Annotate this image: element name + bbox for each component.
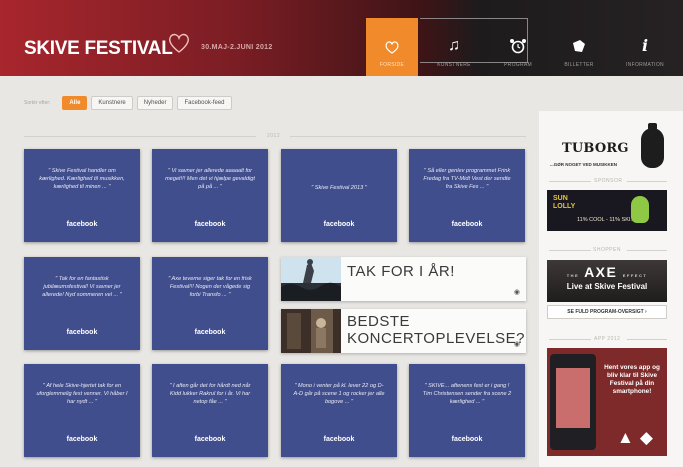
sun-lolly-ad[interactable]: SUN LOLLY 11% COOL - 11% SKI... (547, 190, 667, 231)
filter-facebook[interactable]: Facebook-feed (177, 96, 232, 110)
post-quote: " I aften går det for hårdt ned når Kidd… (169, 383, 251, 405)
nav-kunstnere[interactable]: ♫ KUNSTNERE (428, 18, 480, 76)
section-divider (290, 136, 526, 137)
smartphone-image (550, 354, 596, 450)
site-logo[interactable]: SKIVE FESTIVAL (24, 38, 173, 60)
facebook-label: facebook (66, 221, 98, 228)
app-ad[interactable]: Hent vores app og bliv klar til Skive Fe… (547, 348, 667, 456)
bottle-icon (641, 123, 664, 168)
sun-lolly-logo: SUN LOLLY (553, 195, 575, 211)
nav-label: FORSIDE (379, 62, 405, 68)
tuborg-logo[interactable]: TUBORG (562, 141, 629, 156)
section-divider (627, 339, 667, 340)
facebook-post-tile[interactable]: " Så eller genlev programmet Frink Freda… (409, 149, 525, 242)
apple-android-icon: ▲◆ (617, 428, 659, 447)
nav-program[interactable]: PROGRAM (492, 18, 544, 76)
facebook-label: facebook (66, 436, 98, 443)
facebook-post-tile[interactable]: " Skive Festival handler om kærlighed. K… (24, 149, 140, 242)
section-label: APP 2012 (594, 336, 621, 342)
post-quote: " Tak for en fantastisk jubilæumsfestiva… (42, 276, 122, 298)
axe-logo-suffix: EFFECT (622, 273, 648, 278)
facebook-post-tile[interactable]: " Skive Festival 2013 " facebook (281, 149, 397, 242)
section-divider (549, 250, 591, 251)
facebook-label: facebook (194, 221, 226, 228)
sun-lolly-logo-line: LOLLY (553, 203, 576, 210)
info-icon: i (641, 36, 649, 55)
section-divider (627, 250, 667, 251)
facebook-label: facebook (66, 329, 98, 336)
filter-alle[interactable]: Alle (62, 96, 88, 110)
facebook-label: facebook (194, 329, 226, 336)
post-quote: " Vi savner jer allerede aaaaalt for meg… (165, 168, 255, 190)
facebook-post-tile[interactable]: " Af hele Skive-hjertet tak for en uforg… (24, 364, 140, 457)
post-quote: " SKIVE... aftenens fest er i gang ! Tim… (422, 383, 512, 405)
news-thumbnail-crowd (281, 257, 341, 301)
section-label: SHOPPEN (593, 247, 621, 253)
filter-label: Sortér efter: (24, 100, 51, 106)
nav-label: KUNSTNERE (437, 62, 471, 68)
nav-label: PROGRAM (504, 62, 532, 68)
post-quote: " Så eller genlev programmet Frink Freda… (423, 168, 511, 190)
post-quote: " Skive Festival handler om kærlighed. K… (39, 168, 125, 190)
facebook-post-tile[interactable]: " Mono i venter på kl. lever 22 og D-A-D… (281, 364, 397, 457)
facebook-post-tile[interactable]: " Tak for en fantastisk jubilæumsfestiva… (24, 257, 140, 350)
sun-lolly-logo-line: SUN (553, 195, 568, 202)
facebook-label: facebook (323, 221, 355, 228)
facebook-label: facebook (451, 436, 483, 443)
axe-logo: THE AXE EFFECT (547, 264, 667, 280)
rss-icon[interactable]: ◉ (514, 288, 520, 296)
alarm-clock-icon (510, 39, 526, 54)
axe-ad[interactable]: THE AXE EFFECT Live at Skive Festival (547, 260, 667, 302)
section-divider (627, 181, 667, 182)
section-label: SPONSOR (594, 178, 623, 184)
axe-ad-text: Live at Skive Festival (566, 282, 648, 291)
tuborg-tagline: ...GØR NOGET VED MUSIKKEN (550, 162, 618, 167)
filter-nyheder[interactable]: Nyheder (136, 96, 174, 110)
alien-mascot-icon (631, 196, 649, 223)
facebook-label: facebook (451, 221, 483, 228)
news-title: BEDSTE KONCERTOPLEVELSE? (347, 313, 525, 347)
filter-kunstnere[interactable]: Kunstnere (91, 96, 133, 110)
music-note-icon: ♫ (448, 37, 460, 54)
facebook-label: facebook (194, 436, 226, 443)
program-overview-link[interactable]: SE FULD PROGRAM-OVERSIGT › (547, 305, 667, 319)
nav-information[interactable]: i INFORMATION (619, 18, 671, 76)
post-quote: " Skive Festival 2013 " (311, 185, 367, 191)
rss-icon[interactable]: ◉ (514, 340, 520, 348)
facebook-label: facebook (323, 436, 355, 443)
news-title-line: KONCERTOPLEVELSE? (347, 330, 526, 347)
axe-logo-prefix: THE (566, 273, 580, 278)
facebook-post-tile[interactable]: " SKIVE... aftenens fest er i gang ! Tim… (409, 364, 525, 457)
festival-dates: 30.MAJ-2.JUNI 2012 (201, 44, 273, 51)
heart-icon (385, 41, 399, 54)
post-quote: " Axe teverne siger tak for en frisk Fes… (168, 276, 252, 298)
axe-logo-brand: AXE (584, 264, 618, 280)
post-quote: " Mono i venter på kl. lever 22 og D-A-D… (293, 383, 385, 405)
nav-label: BILLETTER (564, 62, 594, 68)
section-divider (549, 181, 591, 182)
post-quote: " Af hele Skive-hjertet tak for en uforg… (36, 383, 128, 405)
news-title: TAK FOR I ÅR! (347, 263, 455, 280)
news-thumbnail-stage (281, 309, 341, 353)
ticket-icon (573, 40, 585, 52)
facebook-post-tile[interactable]: " Vi savner jer allerede aaaaalt for meg… (152, 149, 268, 242)
nav-billetter[interactable]: BILLETTER (553, 18, 605, 76)
filter-bar: Sortér efter: Alle Kunstnere Nyheder Fac… (24, 96, 232, 110)
news-title-line: BEDSTE (347, 313, 411, 330)
nav-forside[interactable]: FORSIDE (366, 18, 418, 76)
news-item[interactable]: TAK FOR I ÅR! ◉ (281, 257, 526, 301)
facebook-post-tile[interactable]: " I aften går det for hårdt ned når Kidd… (152, 364, 268, 457)
section-label: 2012 (267, 133, 281, 139)
nav-label: INFORMATION (626, 62, 664, 68)
site-header: SKIVE FESTIVAL 30.MAJ-2.JUNI 2012 FORSID… (0, 0, 683, 76)
news-item[interactable]: BEDSTE KONCERTOPLEVELSE? ◉ (281, 309, 526, 353)
section-divider (549, 339, 591, 340)
app-ad-text: Hent vores app og bliv klar til Skive Fe… (604, 364, 660, 395)
section-divider (24, 136, 256, 137)
facebook-post-tile[interactable]: " Axe teverne siger tak for en frisk Fes… (152, 257, 268, 350)
heart-logo-icon (169, 33, 189, 53)
sun-lolly-copy: 11% COOL - 11% SKI... (577, 217, 635, 223)
